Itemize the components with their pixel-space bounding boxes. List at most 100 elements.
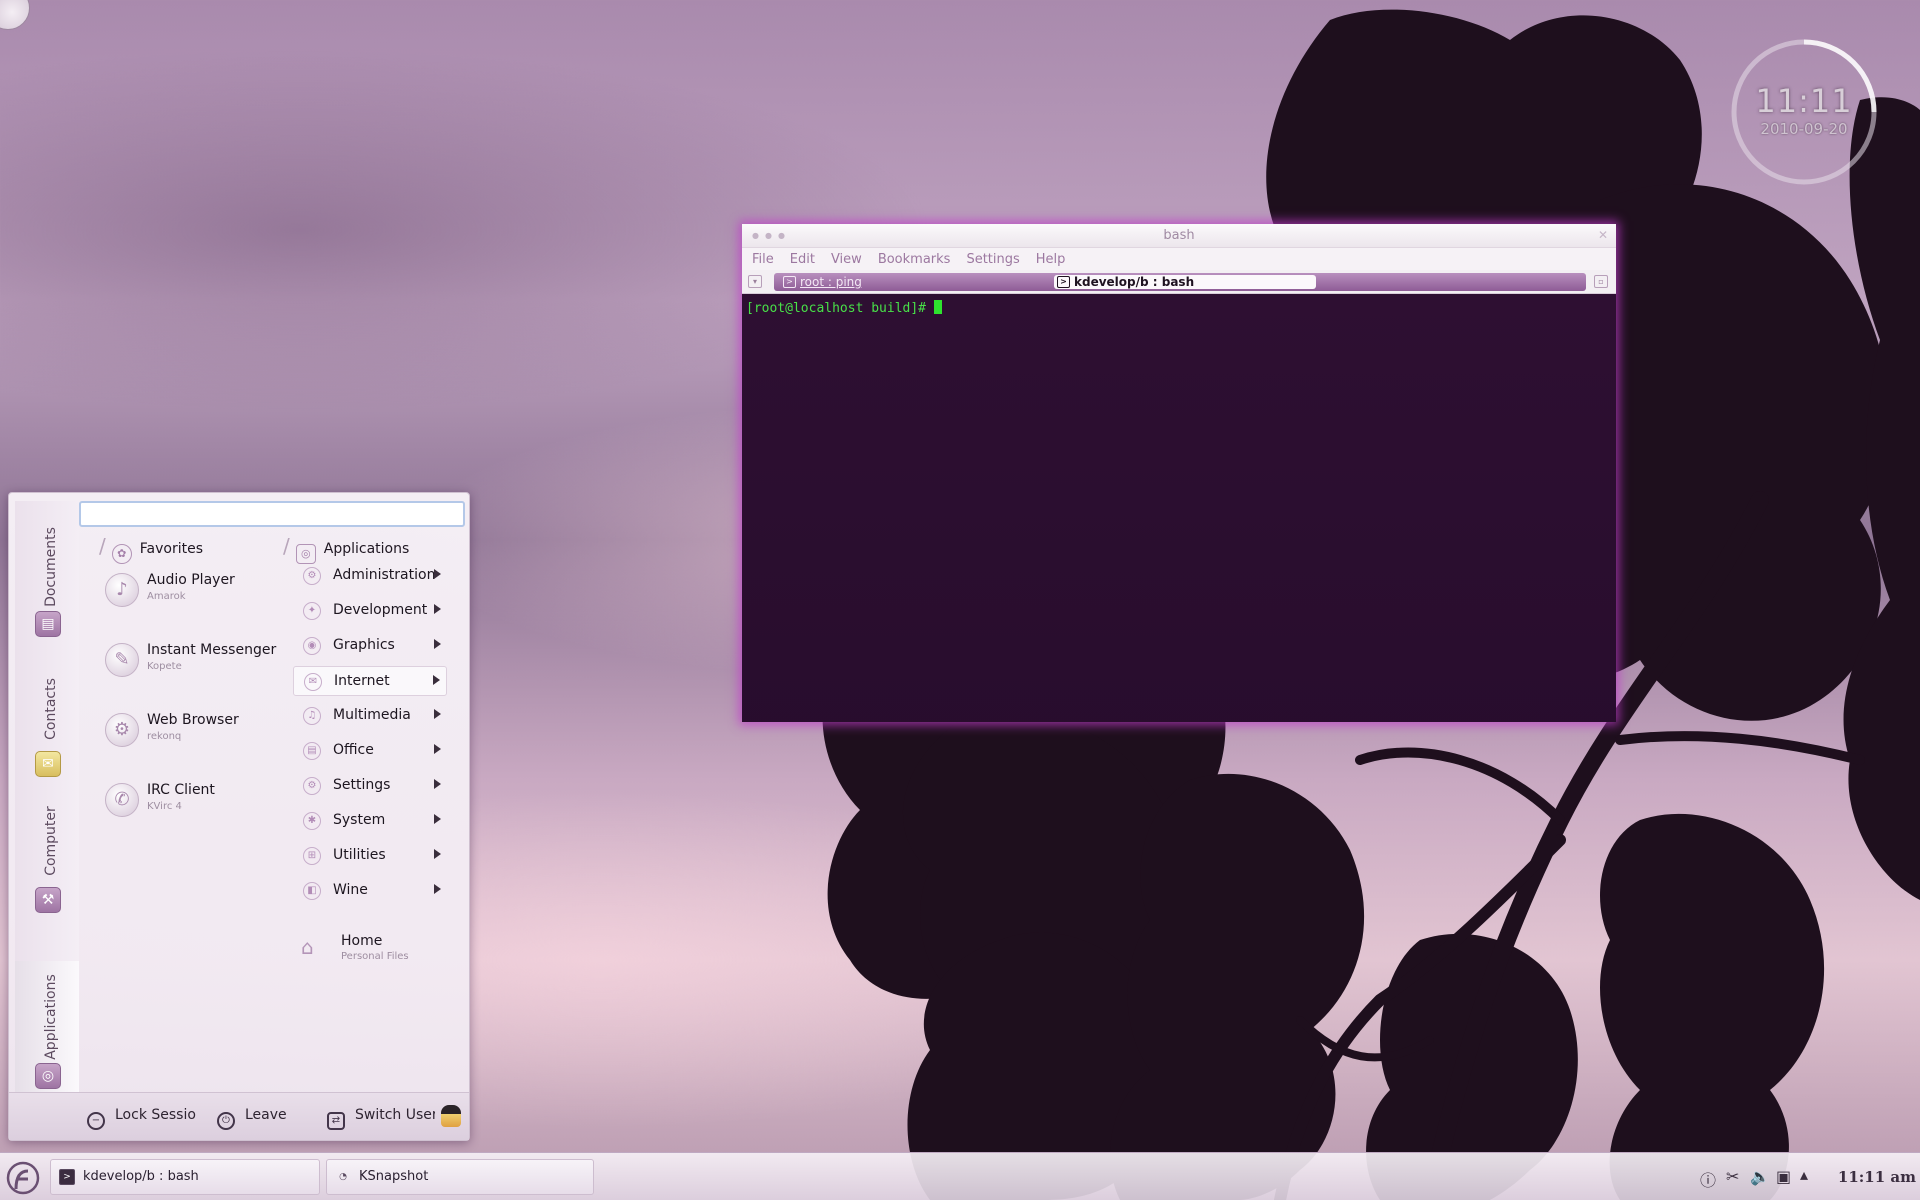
window-title: bash: [1163, 228, 1195, 243]
tab-strip: > root : ping > kdevelop/b : bash: [774, 273, 1586, 291]
chevron-right-icon: [434, 779, 441, 789]
favorite-audio-player[interactable]: ♪ Audio Player Amarok: [103, 569, 293, 625]
switch-user-icon: ⇄: [327, 1112, 345, 1130]
menubar: File Edit View Bookmarks Settings Help: [742, 248, 1616, 270]
menu-settings[interactable]: Settings: [966, 252, 1019, 267]
ksnapshot-icon: ◔: [339, 1172, 347, 1182]
office-icon: ▤: [303, 742, 321, 760]
volume-icon[interactable]: 🔈: [1750, 1167, 1770, 1186]
taskbar-clock[interactable]: 11:11 am: [1838, 1168, 1916, 1186]
administration-icon: ⚙: [303, 567, 321, 585]
terminal-area[interactable]: [root@localhost build]#: [742, 294, 1616, 722]
sidebar-item-applications[interactable]: Applications ◎: [15, 961, 79, 1101]
category-graphics[interactable]: ◉ Graphics: [293, 631, 447, 661]
favorite-irc-client[interactable]: ✆ IRC Client KVirc 4: [103, 779, 293, 835]
applications-header: / ◎ Applications: [283, 533, 409, 564]
sidebar-label: Computer: [43, 806, 59, 876]
sidebar-item-computer[interactable]: Computer ⚒: [15, 781, 79, 921]
clipboard-icon[interactable]: ✂: [1726, 1167, 1739, 1186]
sidebar-item-contacts[interactable]: Contacts ✉: [15, 641, 79, 781]
close-icon[interactable]: ✕: [1598, 228, 1608, 242]
chevron-right-icon: [434, 884, 441, 894]
multimedia-icon: ♫: [303, 707, 321, 725]
tab-root-ping[interactable]: > root : ping: [780, 275, 1030, 289]
chevron-right-icon: [434, 709, 441, 719]
lock-icon: −: [87, 1112, 105, 1130]
kvirc-icon: ✆: [105, 783, 139, 817]
home-folder[interactable]: ⌂ Home Personal Files: [299, 931, 449, 971]
category-administration[interactable]: ⚙ Administration: [293, 561, 447, 591]
sidebar-label: Applications: [43, 974, 59, 1060]
computer-icon: ⚒: [35, 887, 61, 913]
system-icon: ✱: [303, 812, 321, 830]
home-icon: ⌂: [301, 935, 314, 959]
menu-help[interactable]: Help: [1036, 252, 1066, 267]
taskbar: > kdevelop/b : bash ◔ KSnapshot ⓘ ✂ 🔈 ▣ …: [0, 1152, 1920, 1200]
menu-view[interactable]: View: [831, 252, 862, 267]
network-icon[interactable]: ▣: [1776, 1167, 1791, 1186]
close-tab-icon[interactable]: ▫: [1594, 275, 1608, 288]
applications-icon: ◎: [35, 1063, 61, 1089]
documents-icon: ▤: [35, 611, 61, 637]
kickoff-menu: Documents ▤ Contacts ✉ Computer ⚒ Applic…: [8, 492, 470, 1141]
chevron-right-icon: [434, 814, 441, 824]
user-avatar-icon: [441, 1105, 461, 1127]
category-multimedia[interactable]: ♫ Multimedia: [293, 701, 447, 731]
task-kdevelop-bash[interactable]: > kdevelop/b : bash: [50, 1159, 320, 1195]
fedora-launcher-icon[interactable]: [6, 1161, 40, 1195]
chevron-up-icon[interactable]: ▴: [1800, 1165, 1808, 1184]
kickoff-bottom-bar: − Lock Session ⏻ Leave ⇄ Switch User: [9, 1092, 469, 1140]
chevron-right-icon: [434, 849, 441, 859]
sidebar-item-documents[interactable]: Documents ▤: [15, 501, 79, 641]
terminal-icon: >: [1057, 276, 1070, 288]
menu-bookmarks[interactable]: Bookmarks: [878, 252, 951, 267]
terminal-cursor: [933, 300, 942, 314]
favorites-icon: ✿: [111, 544, 132, 564]
category-internet[interactable]: ✉ Internet: [293, 666, 447, 696]
clock-date: 2010-09-20: [1760, 120, 1848, 138]
tab-kdevelop-bash[interactable]: > kdevelop/b : bash: [1054, 275, 1316, 289]
category-system[interactable]: ✱ System: [293, 806, 447, 836]
category-development[interactable]: ✦ Development: [293, 596, 447, 626]
sidebar-label: Contacts: [43, 678, 59, 740]
settings-icon: ⚙: [303, 777, 321, 795]
lock-session-button[interactable]: − Lock Session: [87, 1107, 197, 1130]
kickoff-sidebar: Documents ▤ Contacts ✉ Computer ⚒ Applic…: [15, 501, 79, 1101]
tab-label: root : ping: [800, 275, 862, 289]
favorites-header: / ✿ Favorites: [99, 533, 203, 564]
chevron-right-icon: [434, 744, 441, 754]
favorite-web-browser[interactable]: ⚙ Web Browser rekonq: [103, 709, 293, 765]
category-office[interactable]: ▤ Office: [293, 736, 447, 766]
development-icon: ✦: [303, 602, 321, 620]
internet-icon: ✉: [304, 673, 322, 691]
graphics-icon: ◉: [303, 637, 321, 655]
clock-time: 11:11: [1755, 82, 1853, 120]
terminal-prompt: [root@localhost build]#: [746, 300, 1612, 316]
leave-button[interactable]: ⏻ Leave: [217, 1107, 317, 1130]
switch-user-button[interactable]: ⇄ Switch User: [327, 1107, 435, 1130]
amarok-icon: ♪: [105, 573, 139, 607]
favorite-instant-messenger[interactable]: ✎ Instant Messenger Kopete: [103, 639, 293, 695]
sidebar-label: Documents: [43, 527, 59, 607]
chevron-right-icon: [433, 675, 440, 685]
category-utilities[interactable]: ⊞ Utilities: [293, 841, 447, 871]
window-titlebar[interactable]: ●●● bash ✕: [742, 224, 1616, 248]
search-input[interactable]: [79, 501, 465, 527]
menu-file[interactable]: File: [752, 252, 774, 267]
konsole-window[interactable]: ●●● bash ✕ File Edit View Bookmarks Sett…: [742, 224, 1616, 722]
menu-edit[interactable]: Edit: [790, 252, 815, 267]
category-wine[interactable]: ◧ Wine: [293, 876, 447, 906]
wine-icon: ◧: [303, 882, 321, 900]
category-settings[interactable]: ⚙ Settings: [293, 771, 447, 801]
utilities-icon: ⊞: [303, 847, 321, 865]
chevron-right-icon: [434, 569, 441, 579]
tab-label: kdevelop/b : bash: [1074, 275, 1195, 289]
task-ksnapshot[interactable]: ◔ KSnapshot: [326, 1159, 594, 1195]
tab-bar: ▾ > root : ping > kdevelop/b : bash ▫: [742, 270, 1616, 294]
contacts-icon: ✉: [35, 751, 61, 777]
power-icon: ⏻: [217, 1112, 235, 1130]
info-icon[interactable]: ⓘ: [1700, 1167, 1716, 1191]
system-tray: ⓘ ✂ 🔈 ▣ ▴ 11:11 am: [1680, 1153, 1920, 1200]
rekonq-icon: ⚙: [105, 713, 139, 747]
new-tab-icon[interactable]: ▾: [748, 275, 762, 288]
